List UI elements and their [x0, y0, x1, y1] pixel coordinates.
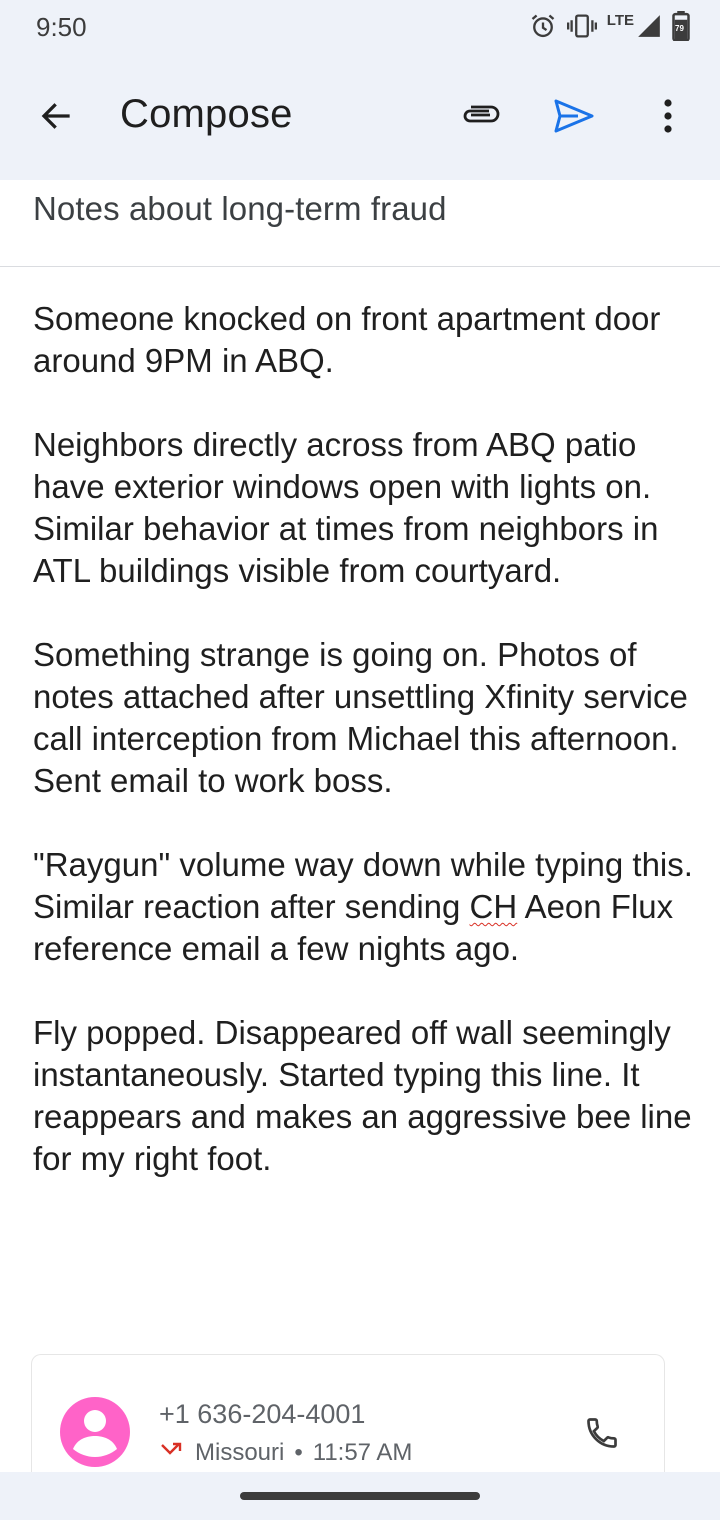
call-button[interactable]	[572, 1407, 632, 1463]
network-type: LTE	[606, 11, 634, 29]
navigation-bar	[0, 1472, 720, 1520]
battery-level: 79	[675, 24, 684, 33]
phone-number: +1 636-204-4001	[159, 1399, 366, 1429]
more-vert-icon	[663, 98, 673, 138]
body-paragraph-3: Something strange is going on. Photos of…	[33, 636, 688, 799]
call-separator: •	[294, 1439, 303, 1466]
subject-text: Notes about long-term fraud	[33, 190, 447, 227]
back-button[interactable]	[24, 86, 88, 150]
status-icons: LTE 79	[529, 10, 690, 42]
attach-button[interactable]	[448, 90, 512, 146]
body-paragraph-5: Fly popped. Disappeared off wall seeming…	[33, 1014, 692, 1177]
back-arrow-icon	[38, 98, 74, 139]
subject-field[interactable]: Notes about long-term fraud	[0, 180, 720, 267]
more-options-button[interactable]	[640, 86, 696, 150]
app-bar: Compose	[0, 56, 720, 180]
page-title: Compose	[120, 92, 293, 136]
call-location: Missouri	[195, 1439, 285, 1466]
signal-icon	[636, 13, 662, 39]
battery-icon: 79	[672, 11, 690, 41]
send-icon	[553, 98, 595, 139]
alarm-icon	[529, 12, 557, 40]
avatar	[60, 1397, 130, 1467]
phone-icon	[584, 1415, 620, 1456]
send-button[interactable]	[542, 88, 606, 148]
call-meta: Missouri • 11:57 AM	[159, 1439, 412, 1467]
call-time: 11:57 AM	[312, 1439, 413, 1466]
body-paragraph-1: Someone knocked on front apartment door …	[33, 300, 661, 379]
status-bar: 9:50 LTE 79	[0, 0, 720, 56]
person-icon	[60, 1397, 130, 1467]
vibrate-icon	[566, 12, 597, 40]
status-time: 9:50	[36, 12, 87, 42]
paperclip-icon	[459, 104, 501, 133]
body-paragraph-4: "Raygun" volume way down while typing th…	[33, 844, 693, 970]
message-body[interactable]: Someone knocked on front apartment door …	[33, 298, 693, 1222]
missed-call-icon	[159, 1439, 185, 1467]
call-history-card[interactable]: +1 636-204-4001 Missouri • 11:57 AM	[31, 1354, 665, 1472]
misspelled-word[interactable]: CH	[470, 888, 518, 925]
body-paragraph-2: Neighbors directly across from ABQ patio…	[33, 426, 659, 589]
gesture-handle[interactable]	[240, 1492, 480, 1500]
